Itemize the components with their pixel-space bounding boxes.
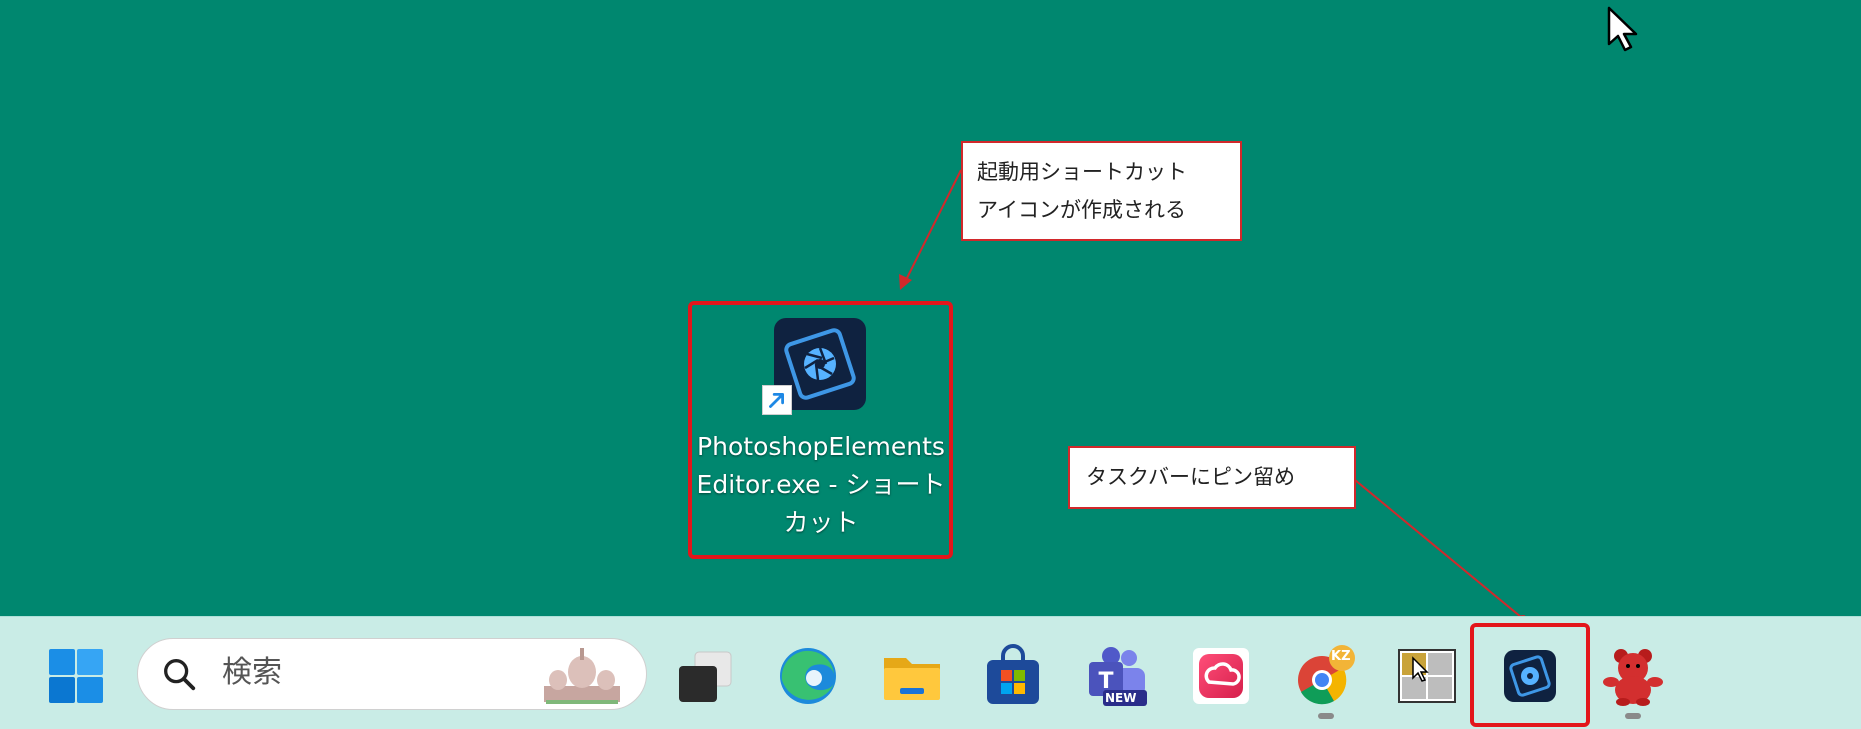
task-view-icon (679, 651, 732, 702)
start-button[interactable] (44, 644, 108, 708)
arrow-to-shortcut-head (899, 274, 912, 290)
arrow-to-shortcut (905, 169, 962, 281)
chrome-button[interactable]: KZ (1292, 644, 1356, 708)
desktop: 起動用ショートカット アイコンが作成される タスクバーにピン留め Photosh… (0, 0, 1861, 623)
red-bear-running-indicator (1625, 713, 1641, 719)
shortcut-highlight-box (688, 301, 953, 559)
chrome-profile-badge: KZ (1331, 649, 1351, 664)
taskbar-callout: タスクバーにピン留め (1068, 446, 1356, 509)
shortcut-callout-line2: アイコンが作成される (977, 198, 1186, 222)
file-explorer-icon (884, 658, 940, 700)
microsoft-store-icon (987, 644, 1039, 704)
taskbar: 検索 T NEW KZ (0, 616, 1861, 729)
red-bear-icon (1603, 649, 1663, 706)
search-icon (164, 659, 196, 691)
shortcut-callout: 起動用ショートカット アイコンが作成される (961, 141, 1242, 241)
mouse-pointer-icon (1607, 6, 1638, 52)
window-layout-button[interactable] (1395, 644, 1459, 708)
chrome-running-indicator (1318, 713, 1334, 719)
edge-icon (780, 648, 836, 704)
shortcut-callout-line1: 起動用ショートカット (977, 160, 1187, 184)
red-bear-button[interactable] (1601, 644, 1665, 708)
edge-button[interactable] (776, 644, 840, 708)
arrow-to-taskbar (1354, 479, 1522, 618)
creative-cloud-button[interactable] (1189, 644, 1253, 708)
start-icon (49, 649, 103, 703)
teams-button[interactable]: T NEW (1085, 644, 1149, 708)
creative-cloud-icon (1193, 648, 1249, 704)
task-view-button[interactable] (673, 644, 737, 708)
teams-new-badge: NEW (1105, 691, 1137, 705)
taskbar-pin-highlight-box (1470, 623, 1590, 727)
search-box[interactable]: 検索 (137, 638, 647, 710)
file-explorer-button[interactable] (880, 644, 944, 708)
window-layout-icon (1398, 649, 1456, 703)
search-placeholder: 検索 (222, 655, 282, 690)
microsoft-store-button[interactable] (981, 644, 1045, 708)
sacre-coeur-icon (544, 648, 620, 704)
taskbar-callout-text: タスクバーにピン留め (1086, 465, 1295, 489)
